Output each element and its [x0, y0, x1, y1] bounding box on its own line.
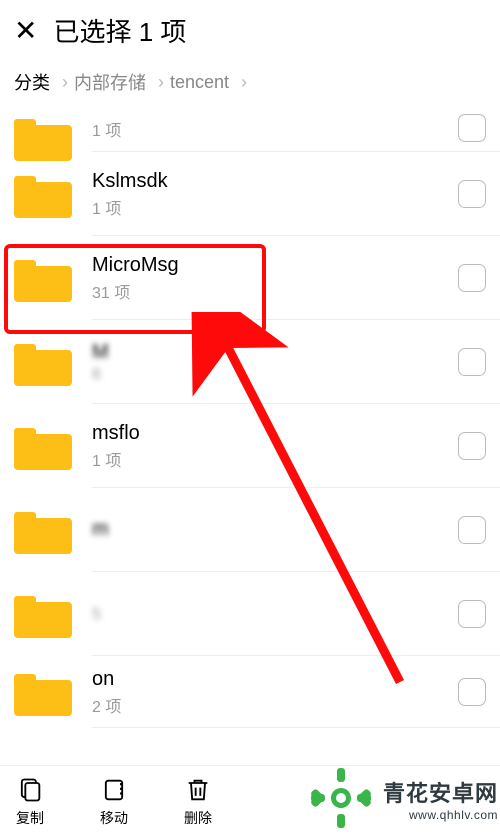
folder-name: M [92, 340, 458, 364]
list-item[interactable]: MicroMsg 31 项 [0, 236, 500, 320]
folder-name: on [92, 667, 458, 691]
folder-sub: 31 项 [92, 279, 458, 303]
folder-sub: 6 [92, 366, 458, 384]
checkbox[interactable] [458, 516, 486, 544]
move-label: 移动 [100, 808, 128, 828]
list-item[interactable]: m [0, 488, 500, 572]
folder-icon [14, 506, 72, 554]
checkbox[interactable] [458, 678, 486, 706]
title-bar: ✕ 已选择 1 项 [0, 0, 500, 60]
checkbox[interactable] [458, 264, 486, 292]
delete-action[interactable]: 删除 [184, 776, 212, 828]
list-item[interactable]: M 6 [0, 320, 500, 404]
breadcrumb-item[interactable]: tencent [170, 72, 229, 93]
delete-label: 删除 [184, 808, 212, 828]
folder-name: m [92, 517, 458, 541]
folder-icon [14, 422, 72, 470]
folder-icon [14, 668, 72, 716]
chevron-right-icon: › [241, 72, 247, 93]
list-item[interactable]: 5 [0, 572, 500, 656]
folder-name: MicroMsg [92, 253, 458, 277]
folder-sub: 2 项 [92, 693, 458, 717]
checkbox[interactable] [458, 180, 486, 208]
folder-icon [14, 170, 72, 218]
folder-sub: 1 项 [92, 117, 458, 141]
breadcrumb-item[interactable]: 分类 [14, 69, 50, 95]
folder-name: msflo [92, 421, 458, 445]
folder-icon [14, 590, 72, 638]
chevron-right-icon: › [158, 72, 164, 93]
watermark-logo-icon [306, 763, 376, 833]
folder-list: 1 项 Kslmsdk 1 项 MicroMsg 31 项 M 6 [0, 104, 500, 728]
folder-sub: 1 项 [92, 195, 458, 219]
list-item[interactable]: msflo 1 项 [0, 404, 500, 488]
checkbox[interactable] [458, 348, 486, 376]
breadcrumb: 分类 › 内部存储 › tencent › [0, 60, 500, 104]
title-text: 已选择 1 项 [53, 12, 186, 49]
copy-label: 复制 [16, 808, 44, 828]
folder-sub: 1 项 [92, 447, 458, 471]
folder-name: Kslmsdk [92, 169, 458, 193]
folder-sub: 5 [92, 606, 458, 624]
folder-icon [14, 338, 72, 386]
checkbox[interactable] [458, 432, 486, 460]
chevron-right-icon: › [62, 72, 68, 93]
watermark-url: www.qhhlv.com [409, 808, 498, 822]
list-item[interactable]: on 2 项 [0, 656, 500, 728]
checkbox[interactable] [458, 114, 486, 142]
close-icon[interactable]: ✕ [14, 14, 37, 47]
copy-action[interactable]: 复制 [16, 776, 44, 828]
move-action[interactable]: 移动 [100, 776, 128, 828]
watermark-text: 青花安卓网 www.qhhlv.com [383, 776, 498, 822]
folder-icon [14, 113, 72, 143]
watermark-chinese: 青花安卓网 [383, 776, 498, 808]
checkbox[interactable] [458, 600, 486, 628]
list-item[interactable]: 1 项 [0, 104, 500, 152]
breadcrumb-item[interactable]: 内部存储 [74, 69, 146, 95]
folder-icon [14, 254, 72, 302]
list-item[interactable]: Kslmsdk 1 项 [0, 152, 500, 236]
